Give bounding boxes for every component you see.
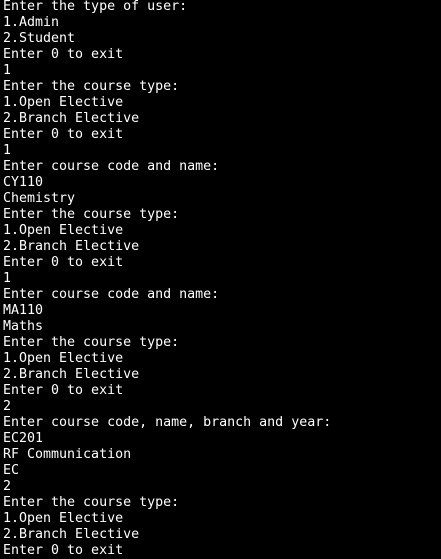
terminal-line-option-branch-elective: 2.Branch Elective xyxy=(3,239,140,254)
terminal-line-option-branch-elective: 2.Branch Elective xyxy=(3,111,140,126)
terminal-line-user-input: 1 xyxy=(3,271,12,286)
terminal-line-prompt-course-type: Enter the course type: xyxy=(3,207,180,222)
terminal-line-user-input: 2 xyxy=(3,399,12,414)
terminal-line-prompt-code-name-branch-year: Enter course code, name, branch and year… xyxy=(3,415,332,430)
terminal-line-exit-option: Enter 0 to exit xyxy=(3,543,124,558)
terminal-line-exit-option: Enter 0 to exit xyxy=(3,255,124,270)
terminal-line-user-input: 1 xyxy=(3,143,12,158)
terminal-line-exit-option: Enter 0 to exit xyxy=(3,383,124,398)
terminal-line-option-open-elective: 1.Open Elective xyxy=(3,351,124,366)
terminal-line-user-input: EC xyxy=(3,463,20,478)
terminal-line-option-open-elective: 1.Open Elective xyxy=(3,511,124,526)
terminal-line-prompt-course-type: Enter the course type: xyxy=(3,335,180,350)
terminal-line-option-branch-elective: 2.Branch Elective xyxy=(3,527,140,542)
terminal-line-prompt-course-type: Enter the course type: xyxy=(3,495,180,510)
terminal-line-user-input: RF Communication xyxy=(3,447,132,462)
terminal-line-user-input: Maths xyxy=(3,319,44,334)
terminal-line-user-input: 2 xyxy=(3,479,12,494)
terminal-line-user-input: 1 xyxy=(3,63,12,78)
terminal-line-option-open-elective: 1.Open Elective xyxy=(3,223,124,238)
terminal-line-exit-option: Enter 0 to exit xyxy=(3,47,124,62)
terminal-line-option-student: 2.Student xyxy=(3,31,76,46)
terminal-line-user-input: MA110 xyxy=(3,303,44,318)
terminal-line-option-branch-elective: 2.Branch Elective xyxy=(3,367,140,382)
terminal-line-prompt-course-type: Enter the course type: xyxy=(3,79,180,94)
terminal-line-prompt-user-type: Enter the type of user: xyxy=(3,0,188,14)
terminal-line-user-input: CY110 xyxy=(3,175,44,190)
terminal-output[interactable]: Enter the type of user: 1.Admin 2.Studen… xyxy=(0,0,441,559)
terminal-line-option-open-elective: 1.Open Elective xyxy=(3,95,124,110)
terminal-line-prompt-code-name: Enter course code and name: xyxy=(3,287,220,302)
terminal-line-prompt-code-name: Enter course code and name: xyxy=(3,159,220,174)
terminal-line-exit-option: Enter 0 to exit xyxy=(3,127,124,142)
terminal-line-user-input: Chemistry xyxy=(3,191,76,206)
terminal-line-user-input: EC201 xyxy=(3,431,44,446)
terminal-line-option-admin: 1.Admin xyxy=(3,15,60,30)
